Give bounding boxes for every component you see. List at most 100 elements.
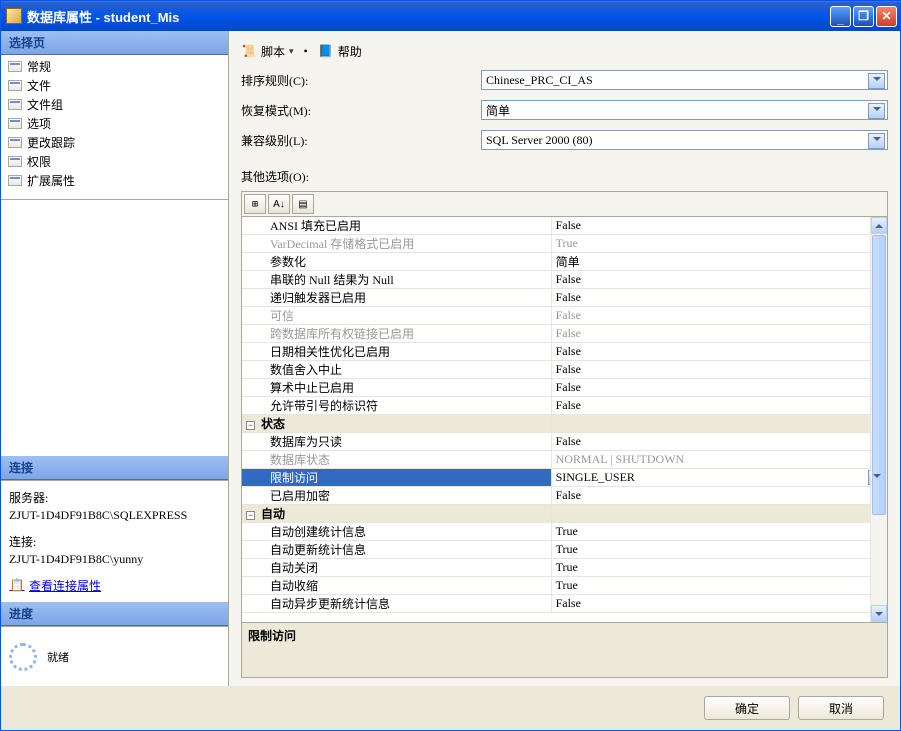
scrollbar-thumb[interactable] [872,235,886,515]
property-row[interactable]: 已启用加密False [242,487,887,505]
property-row[interactable]: 跨数据库所有权链接已启用False [242,325,887,343]
toolbar: 📜 脚本 ▾ • 📘 帮助 [241,39,888,70]
property-name: VarDecimal 存储格式已启用 [242,235,552,253]
scrollbar[interactable] [870,217,887,622]
connection-header: 连接 [1,456,228,480]
property-name: 自动收缩 [242,577,552,595]
property-name: 允许带引号的标识符 [242,397,552,415]
page-item-files[interactable]: 文件 [3,76,226,95]
property-value: False [552,289,887,307]
maximize-button[interactable]: ❐ [853,6,874,27]
progress-header: 进度 [1,602,228,626]
property-value: True [552,235,887,253]
property-name: 日期相关性优化已启用 [242,343,552,361]
scroll-down-button[interactable] [871,605,887,622]
select-page-header: 选择页 [1,31,228,55]
page-item-changetracking[interactable]: 更改跟踪 [3,133,226,152]
minimize-button[interactable]: _ [830,6,851,27]
property-name: 数值舍入中止 [242,361,552,379]
property-value[interactable]: SINGLE_USER [552,469,887,487]
help-button[interactable]: 帮助 [338,43,362,60]
property-name: 递归触发器已启用 [242,289,552,307]
property-row[interactable]: 递归触发器已启用False [242,289,887,307]
properties-button[interactable]: ▤ [292,194,314,214]
page-icon: ▤ [298,199,307,210]
ok-button[interactable]: 确定 [704,696,790,720]
property-row[interactable]: 自动创建统计信息True [242,523,887,541]
dialog-buttons: 确定 取消 [1,686,900,730]
property-value: False [552,379,887,397]
collation-select[interactable]: Chinese_PRC_CI_AS [481,70,888,90]
property-row[interactable]: 自动收缩True [242,577,887,595]
property-name: 算术中止已启用 [242,379,552,397]
property-value: True [552,541,887,559]
close-button[interactable]: ✕ [876,6,897,27]
property-row[interactable]: 可信False [242,307,887,325]
property-row[interactable]: 自动更新统计信息True [242,541,887,559]
alphabetical-button[interactable]: A↓ [268,194,290,214]
property-name: 跨数据库所有权链接已启用 [242,325,552,343]
script-icon: 📜 [241,44,257,60]
property-name: 数据库为只读 [242,433,552,451]
property-value: False [552,397,887,415]
page-item-permissions[interactable]: 权限 [3,152,226,171]
left-panel: 选择页 常规 文件 文件组 选项 更改跟踪 权限 扩展属性 连接 服务器: ZJ… [1,31,229,686]
collapse-icon[interactable]: − [246,421,255,430]
script-dropdown-icon[interactable]: ▾ [289,46,294,57]
property-row[interactable]: 日期相关性优化已启用False [242,343,887,361]
property-category[interactable]: −自动 [242,505,887,523]
recovery-label: 恢复模式(M): [241,102,481,119]
property-row[interactable]: 数据库状态NORMAL | SHUTDOWN [242,451,887,469]
page-item-options[interactable]: 选项 [3,114,226,133]
property-value: False [552,325,887,343]
conn-label: 连接: [9,533,220,550]
collapse-icon[interactable]: − [246,511,255,520]
property-name: ANSI 填充已启用 [242,217,552,235]
property-row[interactable]: 参数化简单 [242,253,887,271]
property-row[interactable]: 允许带引号的标识符False [242,397,887,415]
compat-select[interactable]: SQL Server 2000 (80) [481,130,888,150]
property-grid[interactable]: ANSI 填充已启用FalseVarDecimal 存储格式已启用True参数化… [241,217,888,623]
server-value: ZJUT-1D4DF91B8C\SQLEXPRESS [9,508,220,523]
script-button[interactable]: 脚本 [261,43,285,60]
property-row[interactable]: 数值舍入中止False [242,361,887,379]
property-row[interactable]: 串联的 Null 结果为 NullFalse [242,271,887,289]
property-row[interactable]: 算术中止已启用False [242,379,887,397]
connection-section: 服务器: ZJUT-1D4DF91B8C\SQLEXPRESS 连接: ZJUT… [1,480,228,602]
page-item-general[interactable]: 常规 [3,57,226,76]
property-value: False [552,595,887,613]
scroll-up-button[interactable] [871,217,887,234]
right-panel: 📜 脚本 ▾ • 📘 帮助 排序规则(C): Chinese_PRC_CI_AS… [229,31,900,686]
property-row[interactable]: ANSI 填充已启用False [242,217,887,235]
help-icon: 📘 [318,44,334,60]
property-row[interactable]: 限制访问SINGLE_USER [242,469,887,487]
property-value: 简单 [552,253,887,271]
categorized-icon: ⊞ [252,199,258,210]
property-grid-toolbar: ⊞ A↓ ▤ [241,191,888,217]
page-item-filegroups[interactable]: 文件组 [3,95,226,114]
property-value: False [552,487,887,505]
property-row[interactable]: 自动异步更新统计信息False [242,595,887,613]
property-value: False [552,271,887,289]
property-value: True [552,577,887,595]
property-name: 自动关闭 [242,559,552,577]
titlebar[interactable]: 数据库属性 - student_Mis _ ❐ ✕ [1,1,900,31]
page-item-extprops[interactable]: 扩展属性 [3,171,226,190]
property-row[interactable]: 数据库为只读False [242,433,887,451]
property-name: 自动异步更新统计信息 [242,595,552,613]
sort-icon: A↓ [273,199,285,210]
property-category[interactable]: −状态 [242,415,887,433]
app-icon [6,8,22,24]
property-name: 自动更新统计信息 [242,541,552,559]
categorized-button[interactable]: ⊞ [244,194,266,214]
dialog-window: 数据库属性 - student_Mis _ ❐ ✕ 选择页 常规 文件 文件组 … [0,0,901,731]
recovery-select[interactable]: 简单 [481,100,888,120]
properties-icon: 📋 [9,578,25,594]
property-name: 可信 [242,307,552,325]
cancel-button[interactable]: 取消 [798,696,884,720]
property-row[interactable]: 自动关闭True [242,559,887,577]
view-connection-props-link[interactable]: 📋查看连接属性 [9,577,101,594]
property-row[interactable]: VarDecimal 存储格式已启用True [242,235,887,253]
spinner-icon [9,643,37,671]
property-value: False [552,217,887,235]
